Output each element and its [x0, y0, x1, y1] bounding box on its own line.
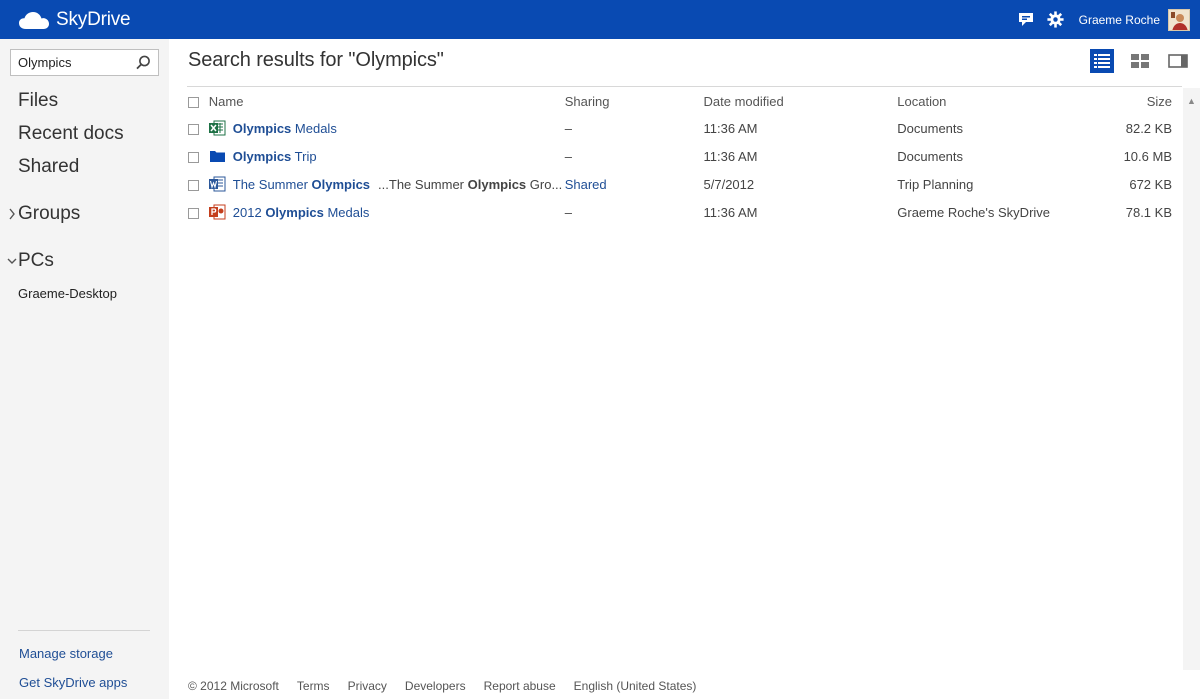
location-cell: Graeme Roche's SkyDrive: [897, 204, 1051, 220]
size-cell: 78.1 KB: [1125, 204, 1172, 220]
brand-name: SkyDrive: [56, 9, 131, 30]
title-divider: [187, 86, 1182, 87]
date-cell: 11:36 AM: [703, 120, 758, 136]
excel-file-icon: [208, 120, 226, 136]
pane-icon: [1168, 54, 1188, 68]
location-cell: Trip Planning: [897, 176, 974, 192]
row-checkbox[interactable]: [188, 151, 199, 163]
file-name-link[interactable]: Olympics Medals: [233, 121, 337, 136]
details-pane-button[interactable]: [1166, 49, 1190, 73]
skydrive-logo[interactable]: SkyDrive: [18, 7, 131, 33]
footer-privacy-link[interactable]: Privacy: [348, 679, 387, 693]
row-checkbox[interactable]: [188, 123, 199, 135]
avatar[interactable]: [1168, 8, 1190, 31]
word-file-icon: [208, 176, 226, 192]
table-row[interactable]: 2012 Olympics Medals – 11:36 AM Graeme R…: [187, 198, 1182, 226]
sidebar-divider: [18, 630, 150, 631]
list-view-icon: [1094, 54, 1110, 68]
sharing-cell: –: [564, 148, 572, 164]
scrollbar[interactable]: ▲: [1183, 88, 1200, 670]
row-checkbox[interactable]: [188, 207, 199, 219]
page-title: Search results for "Olympics": [188, 49, 444, 71]
get-skydrive-apps-link[interactable]: Get SkyDrive apps: [19, 675, 127, 690]
sharing-cell: –: [564, 204, 572, 220]
cloud-icon: [19, 12, 49, 29]
table-row[interactable]: Olympics Medals – 11:36 AM Documents 82.…: [187, 114, 1182, 142]
size-cell: 10.6 MB: [1123, 148, 1172, 164]
sidebar-item-groups[interactable]: Groups: [0, 202, 169, 226]
table-header-row: Name Sharing Date modified Location Size: [187, 88, 1182, 114]
column-header-location[interactable]: Location: [897, 88, 1123, 114]
row-checkbox[interactable]: [188, 179, 199, 191]
powerpoint-file-icon: [208, 204, 226, 220]
size-cell: 82.2 KB: [1125, 120, 1172, 136]
chevron-down-icon: [6, 257, 18, 265]
scroll-up-icon[interactable]: ▲: [1187, 96, 1196, 106]
sidebar-group-label: PCs: [18, 250, 54, 271]
table-row[interactable]: The Summer Olympics ...The Summer Olympi…: [187, 170, 1182, 198]
column-header-size[interactable]: Size: [1124, 88, 1182, 114]
folder-icon: [209, 148, 226, 164]
shared-link[interactable]: Shared: [565, 177, 607, 192]
main-content: Search results for "Olympics" Name Shari…: [169, 39, 1200, 699]
sidebar-item-graeme-desktop[interactable]: Graeme-Desktop: [0, 286, 169, 301]
size-cell: 672 KB: [1129, 176, 1172, 192]
date-cell: 11:36 AM: [703, 204, 758, 220]
location-cell: Documents: [897, 148, 964, 164]
file-name-link[interactable]: The Summer Olympics: [233, 177, 370, 192]
table-row[interactable]: Olympics Trip – 11:36 AM Documents 10.6 …: [187, 142, 1182, 170]
date-cell: 5/7/2012: [703, 176, 755, 192]
sidebar-item-pcs[interactable]: PCs: [0, 249, 169, 273]
file-table: Name Sharing Date modified Location Size: [187, 88, 1182, 226]
search-input[interactable]: [11, 50, 131, 75]
sidebar-group-label: Groups: [18, 203, 81, 224]
sidebar-nav: Files Recent docs Shared Groups PCs Grae…: [0, 89, 169, 301]
footer: © 2012 Microsoft Terms Privacy Developer…: [188, 679, 714, 693]
sidebar-item-shared[interactable]: Shared: [0, 155, 169, 188]
grid-view-icon: [1131, 54, 1149, 68]
location-cell: Documents: [897, 120, 964, 136]
sidebar-item-recent-docs[interactable]: Recent docs: [0, 122, 169, 155]
copyright: © 2012 Microsoft: [188, 679, 279, 693]
footer-developers-link[interactable]: Developers: [405, 679, 466, 693]
footer-report-abuse-link[interactable]: Report abuse: [484, 679, 556, 693]
search-icon[interactable]: [134, 54, 152, 72]
file-name-link[interactable]: 2012 Olympics Medals: [233, 205, 370, 220]
search-box: [10, 49, 159, 76]
user-name[interactable]: Graeme Roche: [1079, 13, 1160, 27]
thumbnails-view-button[interactable]: [1128, 49, 1152, 73]
feedback-icon[interactable]: [1015, 9, 1037, 31]
select-all-checkbox[interactable]: [188, 96, 199, 108]
chevron-right-icon: [6, 208, 18, 220]
file-name-link[interactable]: Olympics Trip: [233, 149, 317, 164]
details-view-button[interactable]: [1090, 49, 1114, 73]
column-header-name[interactable]: Name: [209, 88, 565, 114]
search-snippet: ...The Summer Olympics Gro...: [378, 176, 563, 192]
view-switch: [1076, 49, 1190, 73]
footer-terms-link[interactable]: Terms: [297, 679, 330, 693]
gear-icon[interactable]: [1045, 9, 1067, 31]
footer-language-link[interactable]: English (United States): [574, 679, 697, 693]
date-cell: 11:36 AM: [703, 148, 758, 164]
top-bar: SkyDrive Graeme Roche: [0, 0, 1200, 39]
column-header-sharing[interactable]: Sharing: [565, 88, 704, 114]
sidebar: Files Recent docs Shared Groups PCs Grae…: [0, 39, 169, 699]
manage-storage-link[interactable]: Manage storage: [19, 646, 113, 661]
sidebar-item-files[interactable]: Files: [0, 89, 169, 122]
sharing-cell: –: [564, 120, 572, 136]
column-header-date-modified[interactable]: Date modified: [704, 88, 898, 114]
